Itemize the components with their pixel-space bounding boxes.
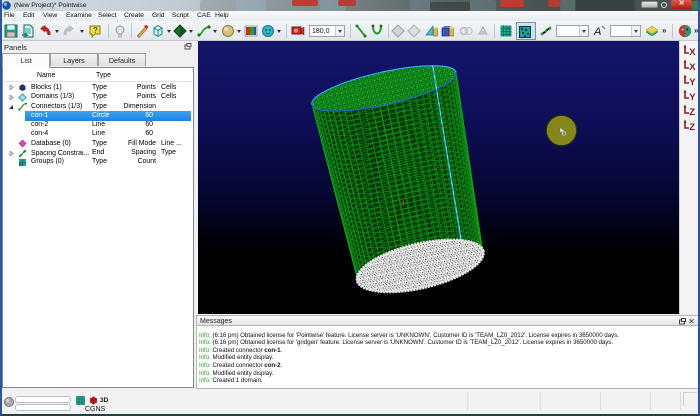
svg-text:Y: Y — [689, 92, 696, 101]
svg-text:Z: Z — [689, 107, 695, 116]
svg-text:?: ? — [93, 26, 98, 35]
svg-text:Z: Z — [689, 122, 695, 131]
svg-text:X: X — [689, 47, 696, 56]
svg-text:A: A — [593, 26, 601, 38]
svg-text:Y: Y — [689, 77, 696, 86]
svg-text:X: X — [689, 62, 696, 71]
